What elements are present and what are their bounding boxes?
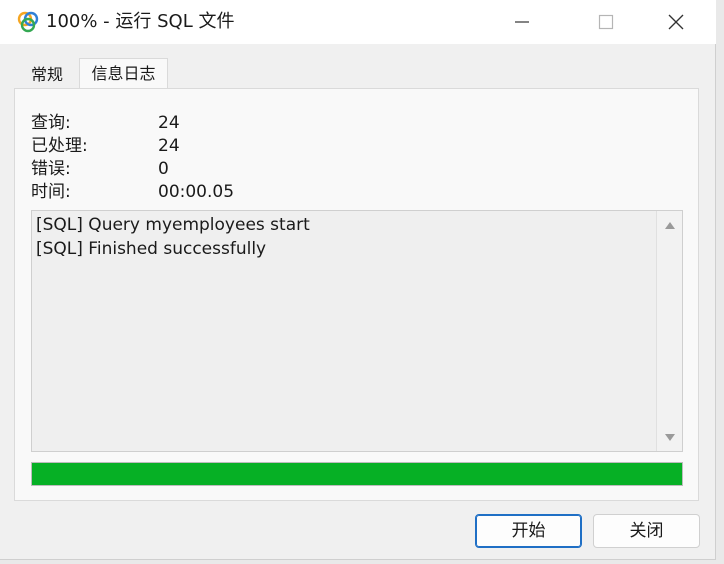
stat-value-processed: 24 [158,136,180,156]
log-line: [SQL] Finished successfully [36,239,267,259]
stat-value-errors: 0 [158,159,169,179]
arrow-down-icon[interactable] [664,432,676,442]
app-icon [17,11,39,33]
run-sql-dialog: 100% - 运行 SQL 文件 常规 信息日志 查询: 24 已处理: 24 … [0,0,716,560]
minimize-button[interactable] [494,0,550,44]
maximize-icon [598,14,614,30]
maximize-button[interactable] [578,0,634,44]
close-window-button[interactable] [648,0,704,44]
stat-label-processed: 已处理: [31,136,88,156]
start-button[interactable]: 开始 [475,514,582,548]
stat-label-errors: 错误: [31,159,71,179]
minimize-icon [515,21,529,23]
tab-general[interactable]: 常规 [15,60,79,88]
progress-bar-fill [32,463,682,485]
log-textarea[interactable]: [SQL] Query myemployees start [SQL] Fini… [31,210,683,452]
title-bar[interactable]: 100% - 运行 SQL 文件 [0,0,716,44]
arrow-up-icon[interactable] [664,221,676,231]
tab-info-log[interactable]: 信息日志 [79,58,168,88]
progress-bar [31,462,683,486]
log-line: [SQL] Query myemployees start [36,215,310,235]
window-title: 100% - 运行 SQL 文件 [46,11,235,32]
close-icon [668,14,684,30]
stat-value-time: 00:00.05 [158,182,235,202]
log-scrollbar[interactable] [656,211,682,451]
close-button[interactable]: 关闭 [593,514,700,548]
stat-label-time: 时间: [31,182,71,202]
stat-label-queries: 查询: [31,113,71,133]
info-log-panel: 查询: 24 已处理: 24 错误: 0 时间: 00:00.05 [SQL] … [14,88,699,501]
stat-value-queries: 24 [158,113,180,133]
